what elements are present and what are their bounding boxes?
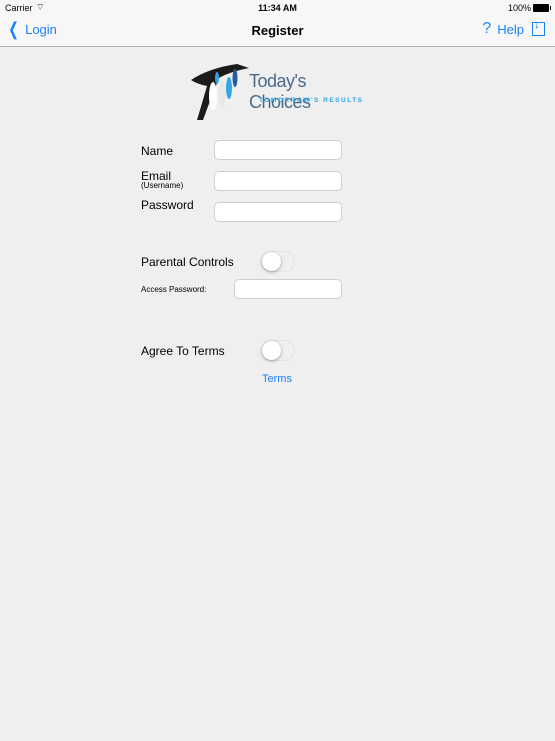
nav-right-items: ? Help [482, 19, 545, 38]
access-password-input[interactable] [234, 279, 342, 299]
name-input[interactable] [214, 140, 342, 160]
battery-percent: 100% [507, 3, 531, 13]
email-input[interactable] [214, 171, 342, 191]
toggle-knob [262, 252, 281, 271]
parental-controls-label: Parental Controls [141, 255, 234, 269]
toggle-knob [262, 341, 281, 360]
battery-icon [533, 4, 551, 12]
page-title: Register [251, 23, 304, 38]
download-icon[interactable] [532, 19, 545, 36]
logo-tagline: TOMORROW'S RESULTS [259, 97, 364, 104]
agree-terms-toggle[interactable] [261, 340, 295, 361]
name-label: Name [141, 144, 174, 158]
status-time: 11:34 AM [258, 3, 297, 13]
terms-link[interactable]: Terms [262, 373, 292, 385]
agree-terms-label: Agree To Terms [141, 344, 225, 358]
help-button[interactable]: Help [497, 22, 524, 37]
logo-title: Today's Choices [249, 71, 311, 112]
password-label: Password [141, 198, 194, 212]
status-bar: Carrier ⌔ 11:34 AM 100% [0, 0, 555, 15]
navigation-bar: ❮ Login Register ? Help [0, 15, 555, 47]
access-password-label: Access Password: [141, 285, 207, 294]
app-logo: Today's Choices TOMORROW'S RESULTS [189, 58, 367, 124]
question-mark-icon[interactable]: ? [482, 20, 491, 38]
parental-controls-toggle[interactable] [261, 251, 295, 272]
password-input[interactable] [214, 202, 342, 222]
email-sublabel: (Username) [141, 181, 184, 190]
logo-figures-icon [191, 64, 249, 120]
